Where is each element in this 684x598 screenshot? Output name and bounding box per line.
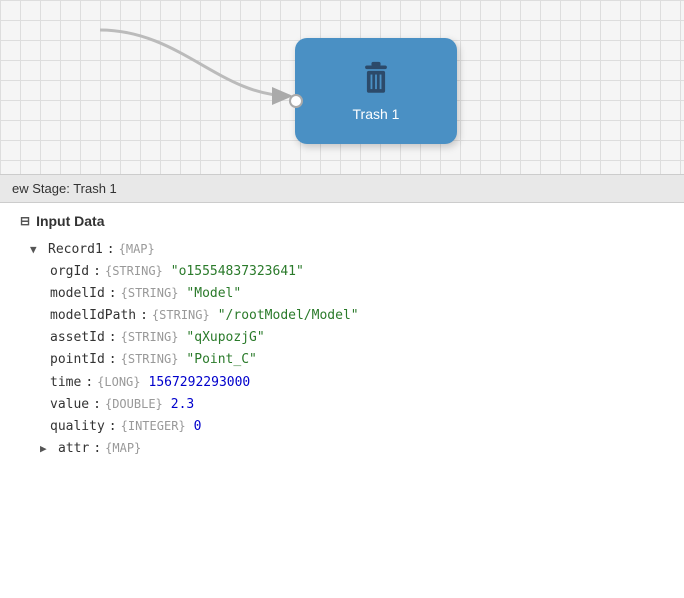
field-type: {STRING} (105, 261, 163, 281)
record-row: ▼ Record1 : {MAP} (30, 239, 664, 261)
field-type: {STRING} (152, 305, 210, 325)
field-type: {STRING} (121, 283, 179, 303)
field-row: value : {DOUBLE} 2.3 (30, 394, 664, 416)
section-label: Input Data (36, 213, 104, 229)
stage-header-text: ew Stage: Trash 1 (12, 181, 117, 196)
field-value: 1567292293000 (149, 372, 251, 394)
attr-row: ▶ attr : {MAP} (30, 438, 664, 460)
field-key: orgId (50, 261, 89, 283)
field-key: quality (50, 416, 105, 438)
field-row: modelIdPath : {STRING} "/rootModel/Model… (30, 305, 664, 327)
field-key: modelIdPath (50, 305, 136, 327)
attr-type: {MAP} (105, 438, 141, 458)
field-value: 0 (194, 416, 202, 438)
attr-key: attr (58, 438, 89, 460)
collapse-icon[interactable]: ⊟ (20, 214, 30, 228)
field-value: "Point_C" (186, 349, 256, 371)
stage-header: ew Stage: Trash 1 (0, 175, 684, 203)
node-label: Trash 1 (353, 106, 400, 122)
field-type: {STRING} (121, 327, 179, 347)
field-row: modelId : {STRING} "Model" (30, 283, 664, 305)
field-type: {INTEGER} (121, 416, 186, 436)
data-tree: ▼ Record1 : {MAP} orgId : {STRING} "o155… (20, 239, 664, 460)
field-type: {DOUBLE} (105, 394, 163, 414)
input-data-panel: ⊟ Input Data ▼ Record1 : {MAP} orgId : {… (0, 203, 684, 592)
trash-icon (356, 60, 396, 100)
record-expand-arrow[interactable]: ▼ (30, 241, 44, 260)
attr-expand-arrow[interactable]: ▶ (40, 440, 54, 459)
field-value: 2.3 (171, 394, 194, 416)
field-row: pointId : {STRING} "Point_C" (30, 349, 664, 371)
trash-node[interactable]: Trash 1 (295, 38, 457, 144)
field-key: modelId (50, 283, 105, 305)
field-value: "qXupozjG" (186, 327, 264, 349)
field-value: "o15554837323641" (171, 261, 304, 283)
fields-container: orgId : {STRING} "o15554837323641"modelI… (30, 261, 664, 438)
record-type: {MAP} (119, 239, 155, 259)
field-value: "/rootModel/Model" (218, 305, 359, 327)
field-type: {STRING} (121, 349, 179, 369)
field-key: time (50, 372, 81, 394)
field-row: time : {LONG} 1567292293000 (30, 372, 664, 394)
record-key: Record1 (48, 239, 103, 261)
field-row: assetId : {STRING} "qXupozjG" (30, 327, 664, 349)
field-type: {LONG} (97, 372, 140, 392)
field-value: "Model" (186, 283, 241, 305)
field-row: quality : {INTEGER} 0 (30, 416, 664, 438)
canvas-area: Trash 1 (0, 0, 684, 175)
field-key: assetId (50, 327, 105, 349)
section-header: ⊟ Input Data (20, 213, 664, 229)
field-key: value (50, 394, 89, 416)
field-row: orgId : {STRING} "o15554837323641" (30, 261, 664, 283)
connection-dot (289, 94, 303, 108)
field-key: pointId (50, 349, 105, 371)
